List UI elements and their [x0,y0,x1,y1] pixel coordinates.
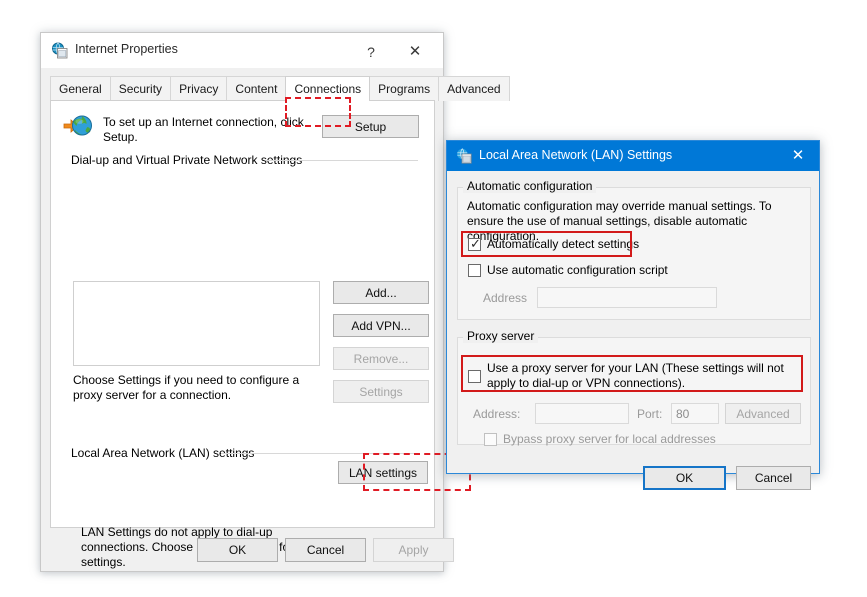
proxy-port-input: 80 [671,403,719,424]
use-a-proxy-server-label[interactable]: Use a proxy server for your LAN (These s… [487,361,797,391]
automatically-detect-settings-label[interactable]: Automatically detect settings [487,237,639,252]
tab-advanced-label: Advanced [447,82,501,96]
tab-connections-label: Connections [294,82,362,96]
cancel-button[interactable]: Cancel [285,538,366,562]
script-address-label: Address [483,291,528,305]
checkmark-icon: ✓ [470,236,481,251]
close-icon[interactable]: ✕ [777,141,819,171]
bypass-proxy-server-label: Bypass proxy server for local addresses [503,432,716,446]
lan-settings-body: Automatic configuration Automatic config… [447,171,819,490]
settings-button: Settings [333,380,429,403]
internet-properties-titlebar: Internet Properties ? ✕ [41,33,443,68]
advanced-button: Advanced [725,403,801,424]
lan-settings-icon [456,148,472,164]
tab-privacy[interactable]: Privacy [170,76,228,101]
tab-strip: General Security Privacy Content Connect… [50,76,510,101]
tab-content[interactable]: Content [226,76,287,101]
tab-security-label: Security [118,82,163,96]
globe-with-arrow-icon [63,113,93,139]
script-address-input [537,287,717,308]
setup-button[interactable]: Setup [322,115,419,138]
proxy-address-input [535,403,629,424]
use-a-proxy-server-checkbox[interactable] [468,370,481,383]
proxy-address-label: Address: [473,407,521,421]
use-automatic-configuration-script-checkbox[interactable] [468,264,481,277]
tab-advanced[interactable]: Advanced [438,76,510,101]
lan-ok-button[interactable]: OK [643,466,726,490]
dialup-connections-list[interactable] [73,281,320,366]
tab-general-label: General [59,82,102,96]
tab-connections[interactable]: Connections [285,76,371,101]
ok-button[interactable]: OK [197,538,278,562]
tab-content-label: Content [235,82,278,96]
add-vpn-button[interactable]: Add VPN... [333,314,429,337]
tab-programs[interactable]: Programs [369,76,440,101]
apply-button: Apply [373,538,454,562]
tab-programs-label: Programs [378,82,431,96]
lan-group-divider [221,453,418,454]
lan-settings-window: Local Area Network (LAN) Settings ✕ Auto… [446,140,820,490]
use-automatic-configuration-script-label[interactable]: Use automatic configuration script [487,263,668,278]
proxy-port-label: Port: [637,407,663,421]
tab-general[interactable]: General [50,76,111,101]
bypass-proxy-server-checkbox [484,433,497,446]
remove-button: Remove... [333,347,429,370]
lan-settings-title: Local Area Network (LAN) Settings [479,148,673,162]
proxy-server-group [457,337,811,445]
help-button[interactable]: ? [353,37,389,67]
automatically-detect-settings-checkbox[interactable]: ✓ [468,236,481,251]
close-icon[interactable]: ✕ [397,37,433,67]
internet-properties-title: Internet Properties [75,42,178,56]
lan-cancel-button[interactable]: Cancel [736,466,811,490]
automatic-configuration-label: Automatic configuration [463,179,597,193]
internet-properties-icon [51,42,68,59]
lan-settings-button[interactable]: LAN settings [338,461,428,484]
add-button[interactable]: Add... [333,281,429,304]
connections-tab-page: To set up an Internet connection, click … [50,100,435,569]
dialup-proxy-note: Choose Settings if you need to configure… [73,373,300,402]
tab-privacy-label: Privacy [179,82,219,96]
internet-properties-window: Internet Properties ? ✕ General Security… [40,32,510,572]
lan-settings-titlebar: Local Area Network (LAN) Settings ✕ [447,141,819,171]
proxy-server-label: Proxy server [463,329,539,343]
setup-description: To set up an Internet connection, click … [103,115,304,144]
dialup-group-divider [266,160,418,161]
tab-security[interactable]: Security [109,76,172,101]
